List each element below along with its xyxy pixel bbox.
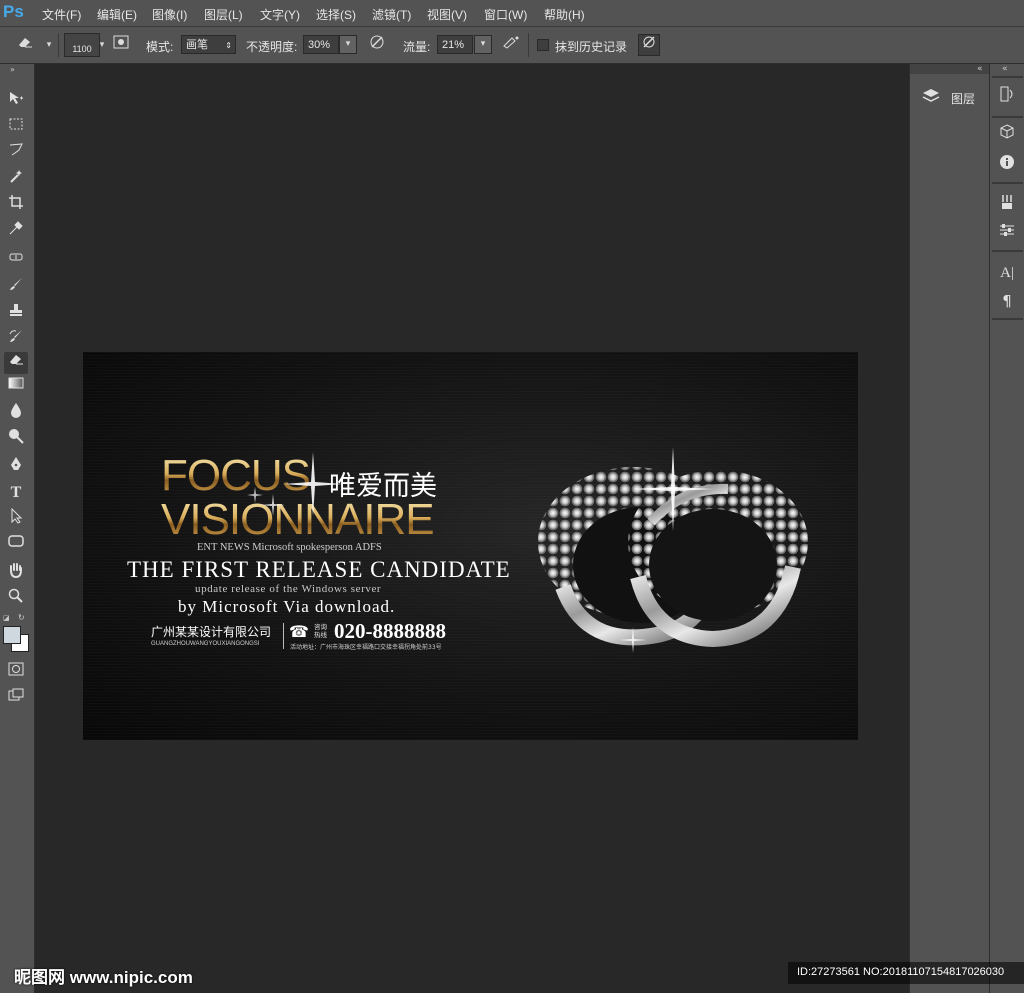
flow-value: 21% — [442, 39, 465, 51]
stamp-icon[interactable] — [4, 302, 28, 324]
tools-panel: » T ◪ ↻ — [0, 64, 35, 993]
brush-size-value: 1100 — [72, 44, 92, 54]
flow-input[interactable]: 21% — [437, 35, 473, 54]
menu-edit[interactable]: 编辑(E) — [97, 6, 137, 23]
adjustments-icon[interactable] — [996, 222, 1018, 244]
brush-presets-icon[interactable] — [996, 194, 1018, 216]
brush-icon[interactable] — [4, 276, 28, 298]
blur-icon[interactable] — [4, 402, 28, 424]
diamond-rings-image — [538, 447, 808, 653]
mode-chevron-icon: ⇕ — [225, 41, 232, 50]
crop-icon[interactable] — [4, 194, 28, 216]
shape-icon[interactable] — [4, 534, 28, 556]
zoom-icon[interactable] — [4, 588, 28, 610]
layers-icon — [922, 89, 940, 102]
foreground-color-swatch[interactable] — [3, 626, 21, 644]
layers-label: 图层 — [951, 92, 976, 106]
menu-image[interactable]: 图像(I) — [152, 6, 187, 23]
canvas-area[interactable]: FOCUS VISIONNAIRE 唯爱而美 ENT NEWS Microsof… — [35, 64, 908, 993]
menu-select[interactable]: 选择(S) — [316, 6, 356, 23]
hand-icon[interactable] — [4, 562, 28, 584]
opacity-slider-chevron-icon[interactable]: ▾ — [339, 35, 357, 54]
opacity-label: 不透明度: — [246, 40, 298, 54]
healing-brush-icon[interactable] — [4, 250, 28, 272]
history-icon[interactable] — [996, 86, 1018, 108]
panel-icon-strip: « A| ¶ — [989, 64, 1024, 993]
tools-collapse-icon[interactable]: » — [10, 65, 15, 74]
panel-collapse-icon[interactable]: « — [977, 64, 983, 74]
quick-mask-icon[interactable] — [4, 662, 28, 684]
document-canvas[interactable]: FOCUS VISIONNAIRE 唯爱而美 ENT NEWS Microsof… — [83, 352, 858, 740]
by-line: by Microsoft Via download. — [178, 597, 396, 616]
paragraph-icon[interactable]: ¶ — [996, 290, 1018, 312]
menu-bar: Ps 文件(F) 编辑(E) 图像(I) 图层(L) 文字(Y) 选择(S) 滤… — [0, 0, 1024, 27]
mode-value: 画笔 — [186, 39, 208, 51]
pressure-opacity-icon[interactable] — [366, 34, 388, 56]
flow-slider-chevron-icon[interactable]: ▾ — [474, 35, 492, 54]
menu-help[interactable]: 帮助(H) — [544, 6, 585, 23]
menu-view[interactable]: 视图(V) — [427, 6, 467, 23]
mode-select[interactable]: 画笔 ⇕ — [181, 35, 236, 54]
menu-filter[interactable]: 滤镜(T) — [372, 6, 411, 23]
brush-panel-icon[interactable] — [110, 34, 132, 56]
layers-panel-button[interactable]: 图层 — [914, 78, 986, 116]
erase-history-label[interactable]: 抹到历史记录 — [555, 38, 627, 55]
swap-colors-icon[interactable]: ↻ — [18, 613, 25, 622]
watermark-id: ID:27273561 NO:20181107154817026030 — [797, 966, 1005, 978]
update-line: update release of the Windows server — [195, 583, 382, 595]
eraser-icon[interactable] — [14, 34, 36, 56]
flow-label: 流量: — [403, 40, 431, 54]
company-pinyin: GUANGZHOUWANGYOUXIANGONGSI — [151, 641, 260, 647]
opacity-value: 30% — [308, 39, 331, 51]
panel-dock: « 图层 — [909, 64, 989, 993]
move-icon[interactable] — [4, 90, 28, 112]
eyedropper-icon[interactable] — [4, 220, 28, 242]
type-icon[interactable]: T — [4, 482, 28, 504]
panel-dock-header: « — [910, 64, 989, 74]
telephone-icon: ☎ — [289, 622, 309, 641]
sparkle-decoration — [247, 452, 343, 516]
company-name: 广州某某设计有限公司 — [151, 625, 272, 639]
menu-layer[interactable]: 图层(L) — [204, 6, 243, 23]
options-bar: ▾ 1100 ▾ 模式: 画笔 ⇕ 不透明度: 30% ▾ 流量: 21% ▾ … — [0, 27, 1024, 64]
menu-file[interactable]: 文件(F) — [42, 6, 81, 23]
hotline-label: 咨询热线 — [314, 623, 327, 639]
magic-wand-icon[interactable] — [4, 168, 28, 190]
ent-news-line: ENT NEWS Microsoft spokesperson ADFS — [197, 542, 382, 553]
character-icon[interactable]: A| — [996, 262, 1018, 284]
opacity-input[interactable]: 30% — [303, 35, 339, 54]
mode-label: 模式: — [146, 40, 174, 54]
marquee-icon[interactable] — [4, 116, 28, 138]
path-select-icon[interactable] — [4, 507, 28, 530]
info-icon[interactable] — [996, 154, 1018, 176]
headline: THE FIRST RELEASE CANDIDATE — [127, 557, 511, 582]
watermark-site: 昵图网 www.nipic.com — [14, 968, 193, 987]
history-brush-icon[interactable] — [4, 328, 28, 350]
eraser-tool-icon[interactable] — [4, 352, 28, 374]
address: 活动地址：广州市海珠区幸福路口交接幸福拐角处前33号 — [290, 644, 442, 651]
3d-icon[interactable] — [996, 124, 1018, 146]
airbrush-icon[interactable] — [500, 34, 522, 56]
pen-icon[interactable] — [4, 456, 28, 478]
lasso-icon[interactable] — [4, 142, 28, 164]
default-colors-icon[interactable]: ◪ — [3, 614, 10, 622]
menu-window[interactable]: 窗口(W) — [484, 6, 527, 23]
icon-strip-collapse-icon[interactable]: « — [1002, 64, 1008, 74]
photoshop-logo: Ps — [3, 2, 24, 21]
divider — [283, 623, 284, 649]
dodge-icon[interactable] — [4, 428, 28, 450]
gradient-icon[interactable] — [4, 376, 28, 398]
tool-preset-chevron-icon[interactable]: ▾ — [38, 34, 60, 56]
screen-mode-icon[interactable] — [4, 688, 28, 710]
menu-type[interactable]: 文字(Y) — [260, 6, 300, 23]
pressure-size-icon[interactable] — [638, 34, 660, 56]
phone-number: 020-8888888 — [334, 619, 446, 643]
erase-history-checkbox[interactable] — [537, 39, 549, 51]
